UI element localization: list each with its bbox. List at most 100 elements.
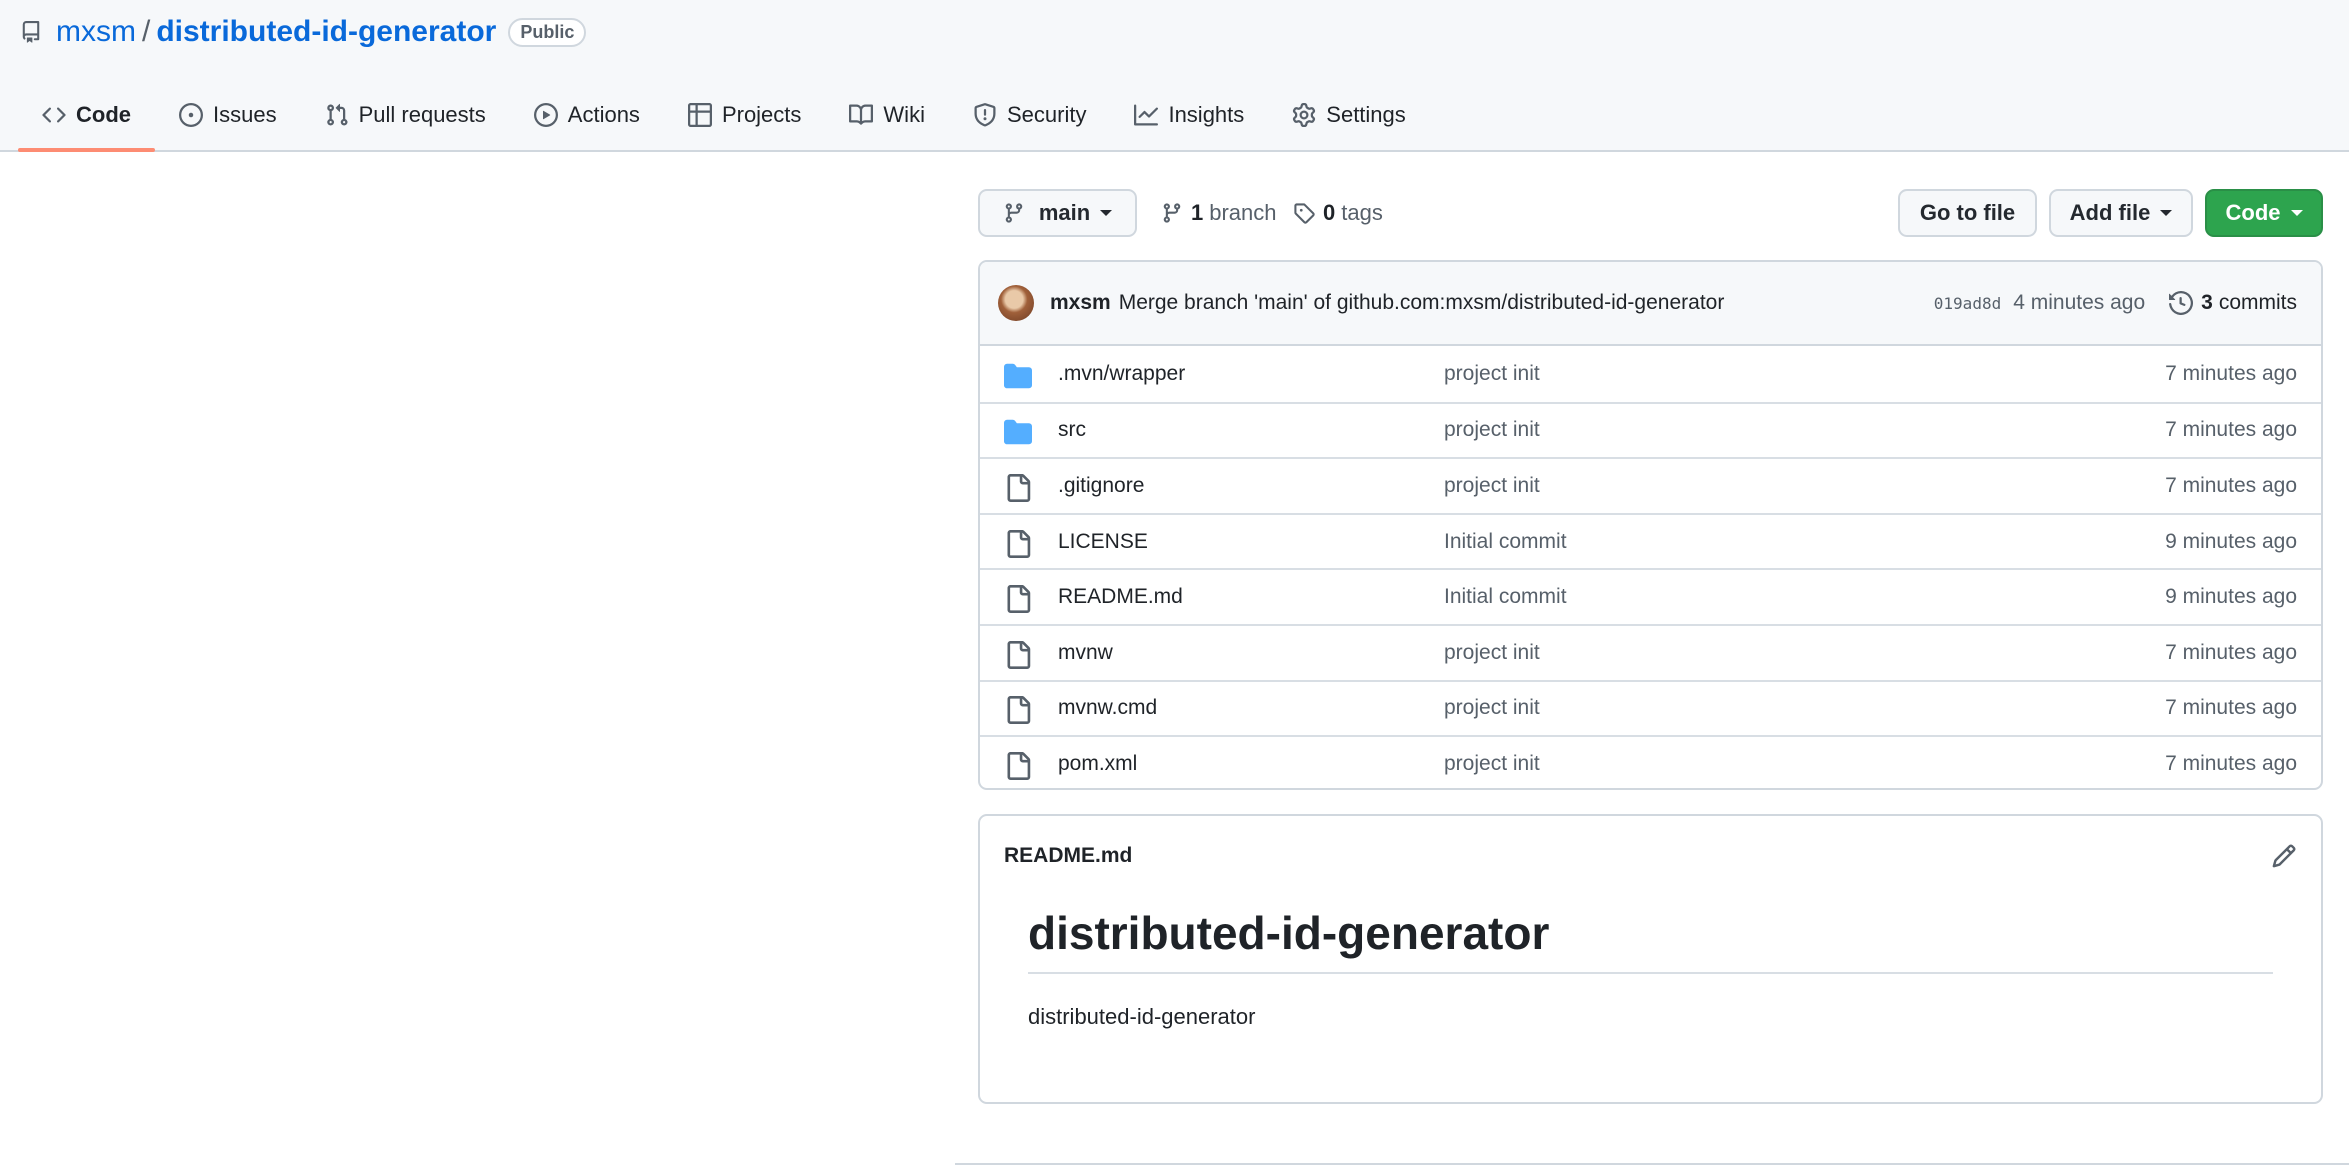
file-icon [1004, 529, 1032, 558]
file-commit-message-link[interactable]: project init [1444, 641, 2165, 665]
file-name-link[interactable]: README.md [1058, 585, 1444, 609]
code-icon [42, 107, 66, 123]
file-name-link[interactable]: src [1058, 418, 1444, 442]
tab-security[interactable]: Security [949, 90, 1110, 140]
table-row[interactable]: mvnw project init 7 minutes ago [980, 623, 2321, 680]
commit-count: 3 [2201, 291, 2213, 314]
issue-icon [179, 103, 203, 127]
file-name-link[interactable]: LICENSE [1058, 530, 1444, 554]
tab-label: Wiki [883, 102, 925, 127]
tab-issues[interactable]: Issues [155, 90, 301, 140]
commits-history-link[interactable]: 3 commits [2169, 291, 2297, 315]
file-name-link[interactable]: .gitignore [1058, 474, 1444, 498]
file-icon [1004, 751, 1032, 780]
graph-icon [1134, 104, 1159, 126]
latest-commit-bar: mxsm Merge branch 'main' of github.com:m… [980, 262, 2321, 346]
file-icon [1004, 696, 1032, 725]
avatar[interactable] [998, 285, 1034, 321]
file-commit-date: 7 minutes ago [2165, 696, 2297, 720]
table-row[interactable]: README.md Initial commit 9 minutes ago [980, 568, 2321, 624]
pull-request-icon [326, 103, 348, 126]
repo-owner-link[interactable]: mxsm [56, 15, 136, 49]
file-name-link[interactable]: mvnw [1058, 641, 1444, 665]
file-commit-message-link[interactable]: project init [1444, 362, 2165, 386]
file-commit-message-link[interactable]: Initial commit [1444, 530, 2165, 554]
table-row[interactable]: LICENSE Initial commit 9 minutes ago [980, 512, 2321, 569]
tab-label: Code [76, 102, 131, 127]
pencil-icon[interactable] [2271, 843, 2297, 869]
branch-icon [1163, 203, 1181, 223]
tab-pull-requests[interactable]: Pull requests [301, 90, 510, 140]
table-icon [687, 103, 712, 127]
tab-settings[interactable]: Settings [1268, 90, 1430, 140]
readme-filename[interactable]: README.md [1004, 844, 1132, 868]
code-button-label: Code [2225, 200, 2281, 225]
tab-label: Issues [213, 102, 277, 127]
commit-time: 4 minutes ago [2013, 291, 2146, 314]
file-commit-message-link[interactable]: Initial commit [1444, 585, 2165, 609]
table-row[interactable]: .mvn/wrapper project init 7 minutes ago [980, 346, 2321, 402]
file-name-link[interactable]: mvnw.cmd [1058, 696, 1444, 720]
tab-actions[interactable]: Actions [510, 90, 664, 140]
file-name-link[interactable]: .mvn/wrapper [1058, 362, 1444, 386]
chevron-down-icon [2290, 210, 2303, 216]
file-toolbar: main 1 branch 0 tags Go to file Add file… [978, 189, 2323, 237]
commit-author-link[interactable]: mxsm [1050, 291, 1111, 315]
tab-insights[interactable]: Insights [1110, 90, 1268, 140]
table-row[interactable]: src project init 7 minutes ago [980, 401, 2321, 458]
gear-icon [1293, 103, 1316, 127]
tag-label: tags [1341, 200, 1383, 225]
code-button[interactable]: Code [2205, 189, 2323, 237]
add-file-button[interactable]: Add file [2049, 189, 2193, 237]
file-commit-message-link[interactable]: project init [1444, 418, 2165, 442]
tag-icon [1294, 203, 1315, 224]
tab-projects[interactable]: Projects [664, 90, 825, 140]
table-row[interactable]: .gitignore project init 7 minutes ago [980, 457, 2321, 513]
play-icon [533, 103, 558, 127]
add-file-label: Add file [2069, 200, 2151, 225]
tags-link[interactable]: 0 tags [1293, 189, 1383, 237]
readme-content: distributed-id-generator distributed-id-… [980, 896, 2321, 1030]
table-row[interactable]: pom.xml project init 7 minutes ago [980, 735, 2321, 788]
repo-icon [22, 21, 40, 43]
branch-count: 1 [1191, 200, 1204, 225]
readme-paragraph: distributed-id-generator [1028, 1004, 1256, 1029]
file-commit-message-link[interactable]: project init [1444, 752, 2165, 776]
tab-label: Settings [1326, 102, 1406, 127]
file-commit-message-link[interactable]: project init [1444, 696, 2165, 720]
tab-code[interactable]: Code [18, 90, 155, 152]
file-commit-date: 7 minutes ago [2165, 473, 2297, 497]
chevron-down-icon [2160, 210, 2173, 216]
history-icon [2169, 291, 2194, 315]
readme-panel: README.md distributed-id-generator distr… [978, 814, 2323, 1104]
readme-header: README.md [980, 816, 2321, 896]
file-commit-date: 7 minutes ago [2165, 361, 2297, 385]
tab-label: Actions [567, 102, 640, 127]
file-name-link[interactable]: pom.xml [1058, 752, 1444, 776]
repo-header: mxsm / distributed-id-generator Public C… [0, 0, 2349, 152]
file-commit-date: 7 minutes ago [2165, 751, 2297, 775]
tag-count: 0 [1323, 200, 1336, 225]
readme-heading: distributed-id-generator [1028, 906, 2273, 974]
commit-message-link[interactable]: Merge branch 'main' of github.com:mxsm/d… [1119, 291, 1725, 315]
folder-icon [1004, 362, 1032, 389]
branch-name: main [1038, 200, 1091, 225]
go-to-file-button[interactable]: Go to file [1898, 189, 2037, 237]
branch-select-button[interactable]: main [978, 189, 1137, 237]
table-row[interactable]: mvnw.cmd project init 7 minutes ago [980, 679, 2321, 736]
commit-sha-link[interactable]: 019ad8d [1934, 294, 2001, 313]
tab-label: Security [1006, 102, 1087, 127]
file-commit-message-link[interactable]: project init [1444, 474, 2165, 498]
file-table: mxsm Merge branch 'main' of github.com:m… [978, 260, 2323, 790]
tab-label: Insights [1168, 102, 1245, 127]
shield-icon [974, 103, 996, 127]
file-icon [1004, 640, 1032, 669]
repo-name-link[interactable]: distributed-id-generator [156, 15, 496, 49]
file-commit-date: 9 minutes ago [2165, 529, 2297, 553]
commit-meta: 019ad8d 4 minutes ago 3 commits [1934, 291, 2297, 315]
file-commit-date: 7 minutes ago [2165, 418, 2297, 442]
tab-wiki[interactable]: Wiki [825, 90, 949, 140]
branches-link[interactable]: 1 branch [1161, 189, 1277, 237]
file-rows: .mvn/wrapper project init 7 minutes ago src… [980, 346, 2321, 788]
branch-icon [1005, 203, 1023, 223]
